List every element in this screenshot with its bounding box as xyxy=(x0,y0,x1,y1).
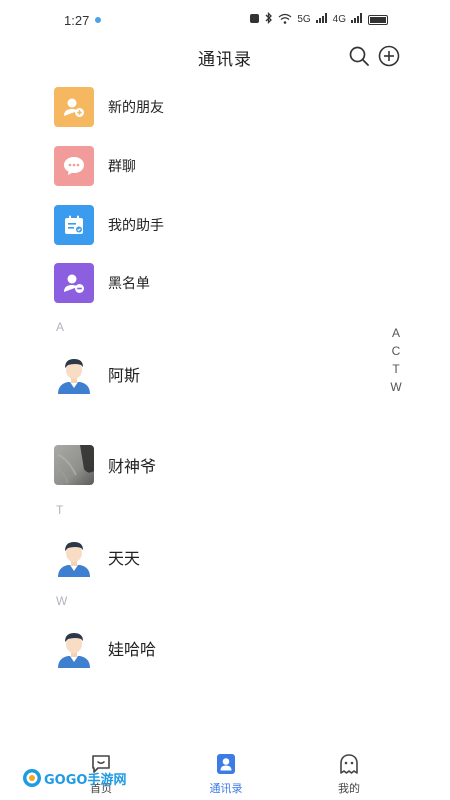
notification-dot-icon xyxy=(95,17,101,23)
status-bar: 1:27 5G 4G xyxy=(0,0,450,40)
contact-name: 阿斯 xyxy=(108,368,141,385)
section-header-t: T xyxy=(56,503,64,517)
avatar xyxy=(54,537,94,577)
tab-contacts[interactable]: 通讯录 xyxy=(186,752,266,796)
new-friends-item[interactable]: 新的朋友 xyxy=(54,87,164,127)
tab-profile[interactable]: 我的 xyxy=(309,752,389,796)
block-user-icon xyxy=(54,263,94,303)
new-friends-label: 新的朋友 xyxy=(108,99,164,115)
search-icon xyxy=(349,46,369,66)
profile-icon xyxy=(340,754,358,774)
alphabet-index-bar[interactable]: A C T W xyxy=(389,324,403,396)
signal-icon xyxy=(315,13,328,26)
watermark-text: GOGO手游网 xyxy=(44,772,127,788)
avatar xyxy=(54,445,94,485)
alarm-icon xyxy=(249,13,260,27)
index-letter-t[interactable]: T xyxy=(392,360,399,378)
network-label-2: 4G xyxy=(332,14,346,25)
my-assistant-item[interactable]: 我的助手 xyxy=(54,205,164,245)
signal-icon-2 xyxy=(351,13,363,26)
watermark: GOGO手游网 xyxy=(22,768,126,788)
group-chat-item[interactable]: 群聊 xyxy=(54,146,136,186)
group-chat-label: 群聊 xyxy=(108,158,136,174)
contact-name: 财神爷 xyxy=(108,459,157,476)
contact-item[interactable]: 阿斯 xyxy=(54,353,140,395)
index-letter-c[interactable]: C xyxy=(392,342,401,360)
add-friend-icon xyxy=(54,87,94,127)
network-label: 5G xyxy=(297,14,311,25)
tab-contacts-label: 通讯录 xyxy=(209,783,243,795)
index-letter-w[interactable]: W xyxy=(390,378,401,396)
search-button[interactable] xyxy=(348,45,370,67)
tab-profile-label: 我的 xyxy=(338,783,360,795)
contact-item[interactable]: 财神爷 xyxy=(54,444,156,486)
status-icons: 5G 4G xyxy=(249,11,388,27)
contact-name: 天天 xyxy=(108,551,141,568)
avatar xyxy=(54,354,94,394)
index-letter-a[interactable]: A xyxy=(392,324,400,342)
chat-bubble-icon xyxy=(54,146,94,186)
my-assistant-label: 我的助手 xyxy=(108,217,164,233)
blacklist-item[interactable]: 黑名单 xyxy=(54,263,150,303)
contact-item[interactable]: 娃哈哈 xyxy=(54,627,156,669)
watermark-logo-icon xyxy=(23,769,41,787)
bluetooth-icon xyxy=(265,11,273,27)
calendar-icon xyxy=(54,205,94,245)
contact-name: 娃哈哈 xyxy=(108,642,157,659)
section-header-a: A xyxy=(56,320,65,334)
avatar xyxy=(54,628,94,668)
contacts-icon xyxy=(217,754,235,774)
wifi-icon xyxy=(278,13,292,27)
status-time: 1:27 xyxy=(64,13,90,28)
header: 通讯录 xyxy=(0,40,450,74)
contact-item[interactable]: 天天 xyxy=(54,536,140,578)
section-header-w: W xyxy=(56,594,68,608)
add-button[interactable] xyxy=(378,45,400,67)
add-circle-icon xyxy=(378,45,400,67)
blacklist-label: 黑名单 xyxy=(108,275,150,291)
battery-icon xyxy=(368,14,388,25)
